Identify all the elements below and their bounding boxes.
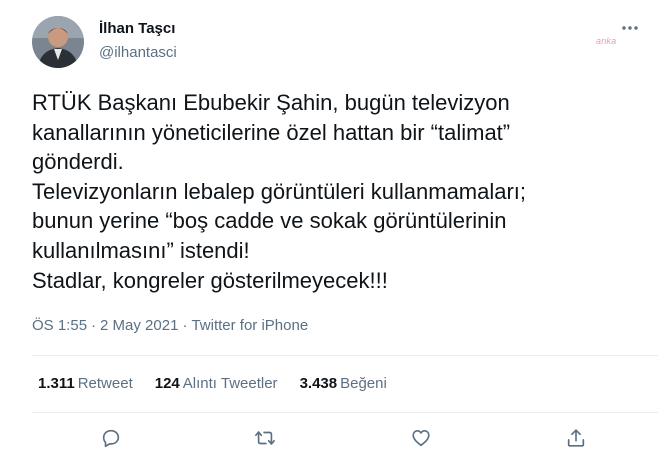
reply-icon[interactable] — [100, 427, 124, 451]
like-label: Beğeni — [340, 375, 387, 392]
avatar[interactable] — [32, 16, 84, 68]
tweet-text: RTÜK Başkanı Ebubekir Şahin, bugün telev… — [32, 88, 642, 295]
divider — [32, 355, 658, 356]
tweet-line: RTÜK Başkanı Ebubekir Şahin, bugün telev… — [32, 90, 510, 115]
divider — [32, 412, 658, 413]
retweet-icon[interactable] — [254, 427, 278, 451]
heart-icon[interactable] — [410, 427, 434, 451]
retweet-label: Retweet — [77, 375, 133, 392]
tweet-line: kanallarının yöneticilerine özel hattan … — [32, 119, 511, 145]
action-bar — [0, 427, 660, 451]
tweet-line: kullanılmasını” istendi! — [32, 237, 250, 263]
avatar-image — [32, 16, 84, 68]
quote-label: Alıntı Tweetler — [182, 375, 278, 392]
like-number: 3.438 — [299, 375, 338, 392]
retweet-number: 1.311 — [38, 375, 75, 392]
tweet-time[interactable]: ÖS 1:55 — [32, 317, 87, 334]
tweet-source[interactable]: Twitter for iPhone — [191, 317, 308, 334]
tweet-line: bunun yerine “boş cadde ve sokak görüntü… — [32, 208, 507, 234]
share-icon[interactable] — [565, 427, 589, 451]
author-handle[interactable]: @ilhantasci — [99, 44, 177, 61]
tweet-line: Stadlar, kongreler gösterilmeyecek!!! — [32, 267, 388, 293]
author-name[interactable]: İlhan Taşcı — [99, 20, 175, 37]
tweet-date[interactable]: 2 May 2021 — [100, 317, 178, 334]
tweet-stats: 1.311 Retweet 124 Alıntı Tweetler 3.438 Beğ… — [38, 375, 409, 392]
quote-count[interactable]: 124 Alıntı Tweetler — [155, 375, 278, 392]
tweet-meta: ÖS 1:55 · 2 May 2021 · Twitter for iPhone — [32, 317, 309, 334]
retweet-count[interactable]: 1.311 Retweet — [38, 375, 133, 392]
watermark: anka — [596, 36, 617, 46]
more-icon[interactable] — [620, 18, 640, 38]
tweet-line: gönderdi. — [32, 149, 124, 175]
quote-number: 124 — [154, 375, 180, 392]
like-count[interactable]: 3.438 Beğeni — [300, 375, 387, 392]
tweet-line: Televizyonların lebalep görüntüleri kull… — [32, 178, 527, 204]
